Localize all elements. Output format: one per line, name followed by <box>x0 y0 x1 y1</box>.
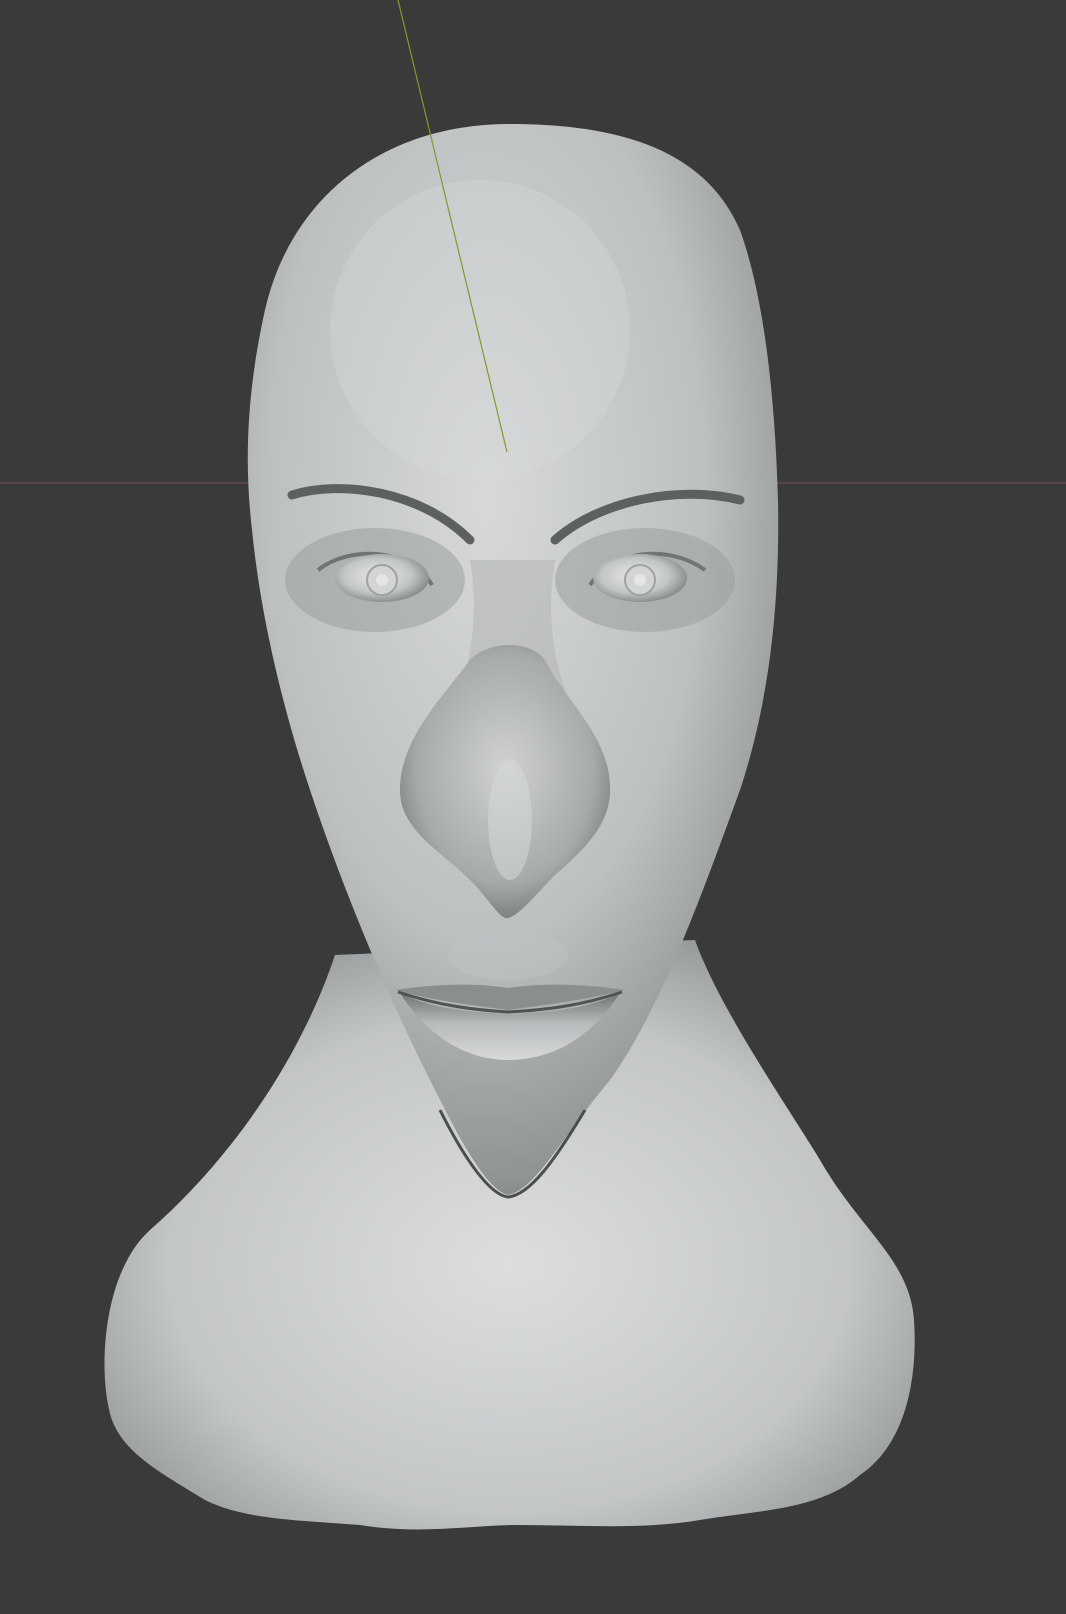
viewport-canvas[interactable] <box>0 0 1066 1614</box>
forehead-highlight <box>330 180 630 480</box>
right-pupil <box>634 574 646 586</box>
3d-viewport[interactable] <box>0 0 1066 1614</box>
philtrum <box>448 930 568 980</box>
left-pupil <box>376 574 388 586</box>
nose-tip-highlight <box>488 760 532 880</box>
